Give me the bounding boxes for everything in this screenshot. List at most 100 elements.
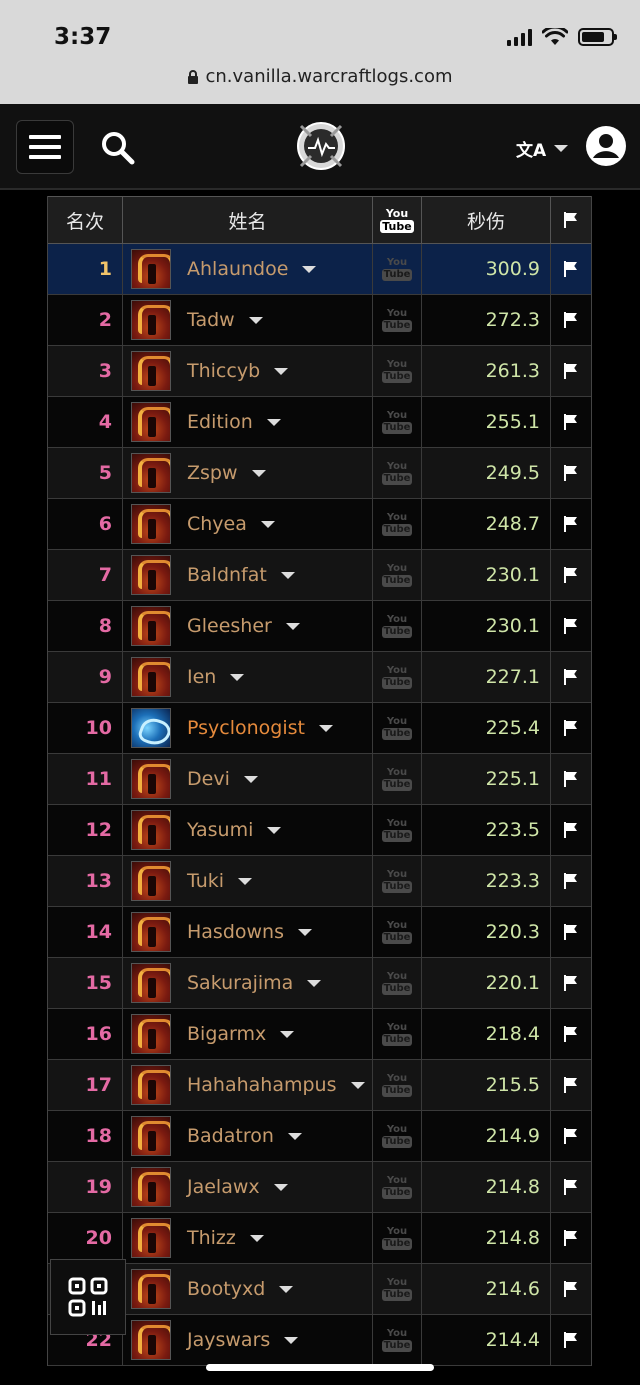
report-flag-button[interactable] xyxy=(551,805,591,855)
video-cell[interactable]: You Tube xyxy=(373,652,422,702)
header-rank[interactable]: 名次 xyxy=(48,197,123,243)
report-flag-button[interactable] xyxy=(551,295,591,345)
video-cell[interactable]: You Tube xyxy=(373,1315,422,1365)
report-flag-button[interactable] xyxy=(551,244,591,294)
chevron-down-icon[interactable] xyxy=(280,571,295,579)
video-cell[interactable]: You Tube xyxy=(373,1060,422,1110)
video-cell[interactable]: You Tube xyxy=(373,448,422,498)
header-name[interactable]: 姓名 xyxy=(123,197,373,243)
table-row[interactable]: 5 Zspw You Tube 249.5 xyxy=(48,448,591,499)
player-cell[interactable]: Thizz xyxy=(123,1213,373,1263)
player-cell[interactable]: Jayswars xyxy=(123,1315,373,1365)
video-cell[interactable]: You Tube xyxy=(373,856,422,906)
chevron-down-icon[interactable] xyxy=(284,1336,299,1344)
player-cell[interactable]: Bigarmx xyxy=(123,1009,373,1059)
player-name-link[interactable]: Zspw xyxy=(187,462,238,484)
chevron-down-icon[interactable] xyxy=(302,265,317,273)
chevron-down-icon[interactable] xyxy=(274,367,289,375)
player-name-link[interactable]: Ahlaundoe xyxy=(187,258,288,280)
player-cell[interactable]: Baldnfat xyxy=(123,550,373,600)
video-cell[interactable]: You Tube xyxy=(373,295,422,345)
report-flag-button[interactable] xyxy=(551,1213,591,1263)
search-icon[interactable] xyxy=(100,130,136,166)
player-name-link[interactable]: Gleesher xyxy=(187,615,272,637)
chevron-down-icon[interactable] xyxy=(280,1030,295,1038)
player-cell[interactable]: Tadw xyxy=(123,295,373,345)
player-cell[interactable]: Bootyxd xyxy=(123,1264,373,1314)
player-name-link[interactable]: Bigarmx xyxy=(187,1023,266,1045)
header-flag[interactable] xyxy=(551,197,591,243)
player-cell[interactable]: Ien xyxy=(123,652,373,702)
chevron-down-icon[interactable] xyxy=(279,1285,294,1293)
chevron-down-icon[interactable] xyxy=(266,418,281,426)
video-cell[interactable]: You Tube xyxy=(373,958,422,1008)
table-row[interactable]: 12 Yasumi You Tube 223.5 xyxy=(48,805,591,856)
report-flag-button[interactable] xyxy=(551,703,591,753)
video-cell[interactable]: You Tube xyxy=(373,1111,422,1161)
player-cell[interactable]: Jaelawx xyxy=(123,1162,373,1212)
chevron-down-icon[interactable] xyxy=(287,1132,302,1140)
player-cell[interactable]: Tuki xyxy=(123,856,373,906)
chevron-down-icon[interactable] xyxy=(318,724,333,732)
player-name-link[interactable]: Jayswars xyxy=(187,1329,270,1351)
video-cell[interactable]: You Tube xyxy=(373,1213,422,1263)
table-row[interactable]: 20 Thizz You Tube 214.8 xyxy=(48,1213,591,1264)
chevron-down-icon[interactable] xyxy=(249,1234,264,1242)
player-name-link[interactable]: Ien xyxy=(187,666,216,688)
player-name-link[interactable]: Yasumi xyxy=(187,819,253,841)
video-cell[interactable]: You Tube xyxy=(373,805,422,855)
table-row[interactable]: 3 Thiccyb You Tube 261.3 xyxy=(48,346,591,397)
player-cell[interactable]: Psyclonogist xyxy=(123,703,373,753)
table-row[interactable]: 6 Chyea You Tube 248.7 xyxy=(48,499,591,550)
player-name-link[interactable]: Badatron xyxy=(187,1125,274,1147)
report-flag-button[interactable] xyxy=(551,1162,591,1212)
header-dps[interactable]: 秒伤 xyxy=(422,197,551,243)
chevron-down-icon[interactable] xyxy=(260,520,275,528)
chevron-down-icon[interactable] xyxy=(251,469,266,477)
chevron-down-icon[interactable] xyxy=(307,979,322,987)
report-flag-button[interactable] xyxy=(551,550,591,600)
header-video[interactable]: You Tube xyxy=(373,197,422,243)
player-cell[interactable]: Gleesher xyxy=(123,601,373,651)
report-flag-button[interactable] xyxy=(551,499,591,549)
chevron-down-icon[interactable] xyxy=(248,316,263,324)
player-name-link[interactable]: Hahahahampus xyxy=(187,1074,337,1096)
player-name-link[interactable]: Sakurajima xyxy=(187,972,293,994)
chevron-down-icon[interactable] xyxy=(238,877,253,885)
table-row[interactable]: 8 Gleesher You Tube 230.1 xyxy=(48,601,591,652)
player-cell[interactable]: Chyea xyxy=(123,499,373,549)
player-name-link[interactable]: Tadw xyxy=(187,309,235,331)
video-cell[interactable]: You Tube xyxy=(373,499,422,549)
report-flag-button[interactable] xyxy=(551,448,591,498)
table-row[interactable]: 2 Tadw You Tube 272.3 xyxy=(48,295,591,346)
video-cell[interactable]: You Tube xyxy=(373,1264,422,1314)
player-name-link[interactable]: Bootyxd xyxy=(187,1278,265,1300)
chevron-down-icon[interactable] xyxy=(230,673,245,681)
user-avatar-icon[interactable] xyxy=(585,125,627,167)
video-cell[interactable]: You Tube xyxy=(373,601,422,651)
report-flag-button[interactable] xyxy=(551,856,591,906)
chevron-down-icon[interactable] xyxy=(243,775,258,783)
address-bar[interactable]: cn.vanilla.warcraftlogs.com xyxy=(0,66,640,87)
video-cell[interactable]: You Tube xyxy=(373,1162,422,1212)
player-name-link[interactable]: Thiccyb xyxy=(187,360,260,382)
player-name-link[interactable]: Tuki xyxy=(187,870,224,892)
report-flag-button[interactable] xyxy=(551,346,591,396)
chevron-down-icon[interactable] xyxy=(350,1081,365,1089)
player-name-link[interactable]: Hasdowns xyxy=(187,921,284,943)
table-row[interactable]: 19 Jaelawx You Tube 214.8 xyxy=(48,1162,591,1213)
qr-code-button[interactable] xyxy=(50,1259,126,1335)
player-cell[interactable]: Zspw xyxy=(123,448,373,498)
player-name-link[interactable]: Chyea xyxy=(187,513,247,535)
player-cell[interactable]: Hasdowns xyxy=(123,907,373,957)
report-flag-button[interactable] xyxy=(551,1315,591,1365)
language-selector[interactable]: 文A xyxy=(516,134,569,162)
video-cell[interactable]: You Tube xyxy=(373,244,422,294)
video-cell[interactable]: You Tube xyxy=(373,754,422,804)
player-cell[interactable]: Badatron xyxy=(123,1111,373,1161)
player-cell[interactable]: Sakurajima xyxy=(123,958,373,1008)
report-flag-button[interactable] xyxy=(551,1111,591,1161)
player-cell[interactable]: Yasumi xyxy=(123,805,373,855)
table-row[interactable]: 9 Ien You Tube 227.1 xyxy=(48,652,591,703)
player-name-link[interactable]: Jaelawx xyxy=(187,1176,260,1198)
